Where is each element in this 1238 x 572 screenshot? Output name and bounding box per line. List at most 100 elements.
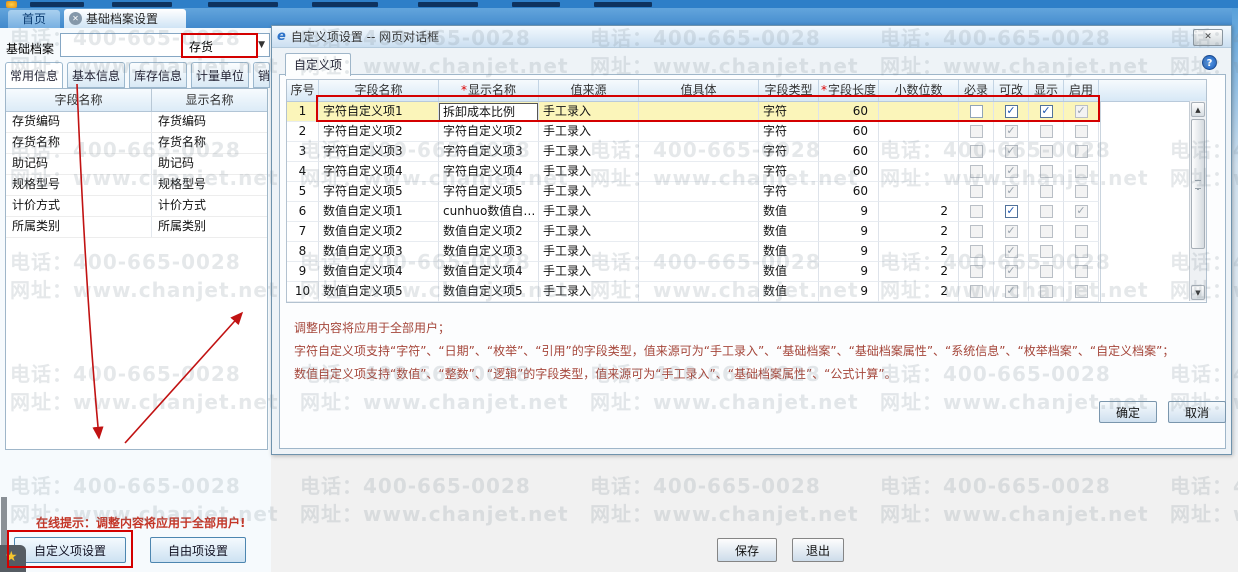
- save-button[interactable]: 保存: [717, 538, 777, 562]
- checkbox-enabled: [1074, 265, 1088, 278]
- left-tab-partial[interactable]: 销: [253, 62, 270, 88]
- cell-check: [959, 262, 994, 282]
- cell-len: 9: [819, 262, 879, 282]
- field-row[interactable]: 规格型号 规格型号: [6, 175, 267, 196]
- cell-dec: 2: [879, 282, 959, 302]
- free-item-settings-button[interactable]: 自由项设置: [150, 537, 246, 563]
- cell-source: 手工录入: [539, 262, 639, 282]
- cell-check: [1064, 282, 1099, 302]
- cell-name: 字符自定义项4: [319, 162, 439, 182]
- field-name-cell: 存货编码: [6, 112, 152, 132]
- checkbox-visible[interactable]: [1039, 105, 1053, 118]
- ie-browser-icon: [277, 30, 286, 43]
- display-name-editor[interactable]: 拆卸成本比例: [439, 103, 538, 121]
- checkbox-editable: [1004, 165, 1018, 178]
- left-tab-2[interactable]: 基本信息: [67, 62, 125, 88]
- left-tab-4[interactable]: 计量单位: [191, 62, 249, 88]
- checkbox-editable[interactable]: [1004, 205, 1018, 218]
- dialog-table-row[interactable]: 4 字符自定义项4 字符自定义项4 手工录入 字符 60: [287, 162, 1100, 182]
- column-header: 字段长度: [819, 80, 879, 101]
- dialog-scrollbar[interactable]: [1189, 101, 1206, 301]
- cell-check: [994, 242, 1029, 262]
- cell-check: [959, 282, 994, 302]
- cell-display: 数值自定义项3: [439, 242, 539, 262]
- cell-type: 数值: [759, 202, 819, 222]
- checkbox-required: [969, 225, 983, 238]
- cell-seq: 2: [287, 122, 319, 142]
- cell-dec: [879, 142, 959, 162]
- cell-check: [1029, 102, 1064, 122]
- help-icon[interactable]: [1202, 55, 1217, 70]
- field-row[interactable]: 存货编码 存货编码: [6, 112, 267, 133]
- cell-name: 数值自定义项2: [319, 222, 439, 242]
- cell-check: [1029, 162, 1064, 182]
- tab-home[interactable]: 首页: [8, 10, 60, 28]
- cell-dec: 2: [879, 262, 959, 282]
- checkbox-required: [969, 185, 983, 198]
- cell-display: 字符自定义项5: [439, 182, 539, 202]
- dialog-table-row[interactable]: 8 数值自定义项3 数值自定义项3 手工录入 数值 9 2: [287, 242, 1100, 262]
- dialog-table-row[interactable]: 1 字符自定义项1 拆卸成本比例 手工录入 字符 60: [287, 102, 1100, 122]
- dialog-table-row[interactable]: 9 数值自定义项4 数值自定义项4 手工录入 数值 9 2: [287, 262, 1100, 282]
- cell-check: [1029, 222, 1064, 242]
- cell-type: 数值: [759, 242, 819, 262]
- cell-detail: [639, 222, 759, 242]
- checkbox-required: [969, 125, 983, 138]
- checkbox-enabled: [1074, 185, 1088, 198]
- cell-check: [994, 282, 1029, 302]
- field-row[interactable]: 所属类别 所属类别: [6, 217, 267, 238]
- dialog-table-row[interactable]: 3 字符自定义项3 字符自定义项3 手工录入 字符 60: [287, 142, 1100, 162]
- cell-detail: [639, 242, 759, 262]
- cell-check: [994, 222, 1029, 242]
- custom-item-settings-button[interactable]: 自定义项设置: [14, 537, 126, 563]
- dialog-table-row[interactable]: 10 数值自定义项5 数值自定义项5 手工录入 数值 9 2: [287, 282, 1100, 302]
- checkbox-editable: [1004, 145, 1018, 158]
- field-name-cell: 存货名称: [6, 133, 152, 153]
- dialog-tab-custom-items[interactable]: 自定义项: [285, 53, 351, 76]
- tab-label: 基础档案设置: [86, 12, 159, 26]
- scroll-thumb[interactable]: [1191, 119, 1205, 249]
- cell-type: 字符: [759, 142, 819, 162]
- checkbox-required[interactable]: [969, 105, 983, 118]
- dialog-table-row[interactable]: 5 字符自定义项5 字符自定义项5 手工录入 字符 60: [287, 182, 1100, 202]
- checkbox-editable[interactable]: [1004, 105, 1018, 118]
- archive-combobox[interactable]: 存货: [60, 33, 270, 57]
- favorites-corner[interactable]: [0, 545, 26, 572]
- cell-display: 字符自定义项4: [439, 162, 539, 182]
- left-tab-1[interactable]: 常用信息: [5, 62, 63, 90]
- dropdown-arrow-icon[interactable]: [258, 40, 265, 50]
- cell-check: [1029, 262, 1064, 282]
- dialog-table-row[interactable]: 6 数值自定义项1 cunhuo数值自… 手工录入 数值 9 2: [287, 202, 1100, 222]
- field-row[interactable]: 计价方式 计价方式: [6, 196, 267, 217]
- cell-display: cunhuo数值自…: [439, 202, 539, 222]
- cell-source: 手工录入: [539, 222, 639, 242]
- ok-button[interactable]: 确定: [1099, 401, 1157, 423]
- cell-check: [959, 122, 994, 142]
- dialog-table-row[interactable]: 7 数值自定义项2 数值自定义项2 手工录入 数值 9 2: [287, 222, 1100, 242]
- scroll-down-icon[interactable]: [1191, 285, 1205, 300]
- cancel-button[interactable]: 取消: [1168, 401, 1226, 423]
- collapse-handle[interactable]: [1, 497, 7, 546]
- cell-check: [994, 262, 1029, 282]
- tab-basic-archive-settings[interactable]: 基础档案设置: [64, 9, 186, 28]
- cell-check: [1029, 142, 1064, 162]
- checkbox-visible: [1039, 165, 1053, 178]
- tab-close-icon[interactable]: [69, 12, 82, 25]
- cell-len: 60: [819, 162, 879, 182]
- dialog-table-row[interactable]: 2 字符自定义项2 字符自定义项2 手工录入 字符 60: [287, 122, 1100, 142]
- exit-button[interactable]: 退出: [792, 538, 844, 562]
- table-header: 字段名称 显示名称: [6, 89, 267, 112]
- checkbox-visible: [1039, 125, 1053, 138]
- archive-label: 基础档案: [6, 42, 55, 56]
- field-name-cell: 计价方式: [6, 196, 152, 216]
- field-row[interactable]: 助记码 助记码: [6, 154, 267, 175]
- field-row[interactable]: 存货名称 存货名称: [6, 133, 267, 154]
- scroll-up-icon[interactable]: [1191, 102, 1205, 117]
- dialog-titlebar[interactable]: 自定义项设置 -- 网页对话框: [272, 26, 1231, 48]
- cell-type: 数值: [759, 262, 819, 282]
- dialog-close-button[interactable]: [1193, 29, 1223, 46]
- cell-check: [994, 122, 1029, 142]
- online-hint: 在线提示：调整内容将应用于全部用户!: [36, 516, 246, 530]
- display-name-cell: 存货名称: [158, 135, 207, 149]
- left-tab-3[interactable]: 库存信息: [129, 62, 187, 88]
